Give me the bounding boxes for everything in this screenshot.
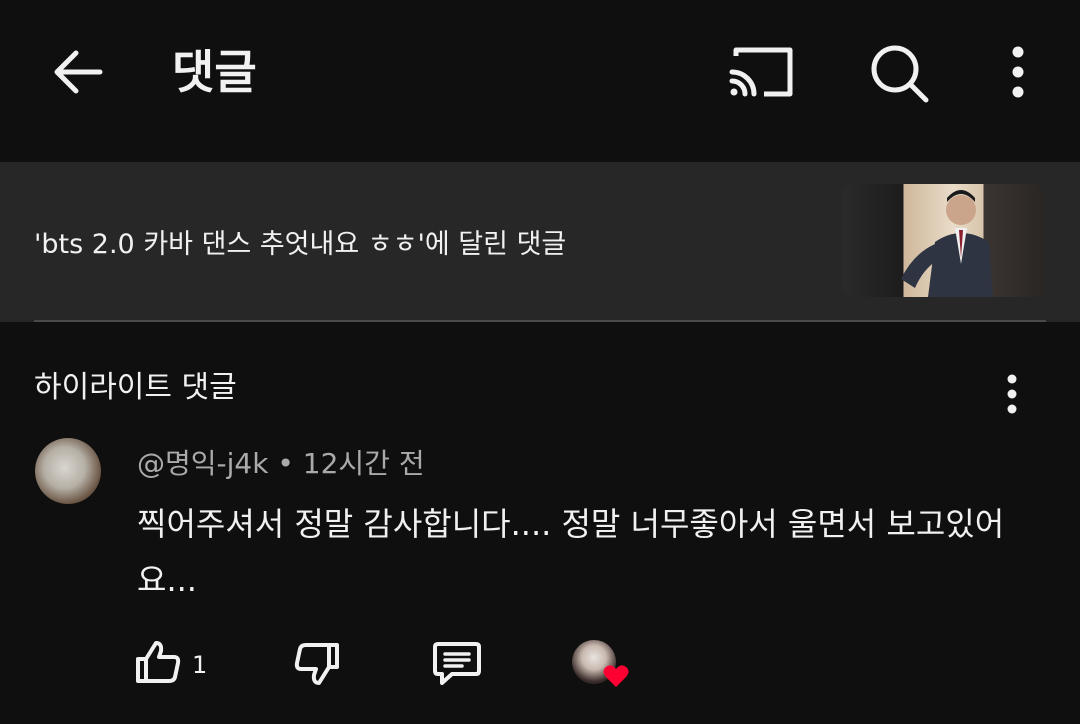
page-title: 댓글 bbox=[172, 45, 257, 99]
comment-meta: @명익-j4k • 12시간 전 bbox=[137, 446, 425, 482]
thumbnail-image bbox=[901, 190, 993, 297]
comment-author[interactable]: @명익-j4k bbox=[137, 447, 268, 480]
commenter-avatar[interactable] bbox=[35, 438, 101, 504]
like-count: 1 bbox=[192, 651, 208, 679]
thumbs-down-icon[interactable] bbox=[293, 641, 341, 687]
thumbs-up-icon[interactable] bbox=[134, 639, 182, 685]
video-thumbnail[interactable] bbox=[843, 184, 1044, 297]
search-icon[interactable] bbox=[868, 42, 930, 104]
arrow-left-icon[interactable] bbox=[50, 44, 106, 100]
more-vertical-icon[interactable] bbox=[1002, 374, 1022, 414]
comment-text: 찍어주셔서 정말 감사합니다.... 정말 너무좋아서 울면서 보고있어요... bbox=[137, 505, 1005, 599]
highlight-section-title: 하이라이트 댓글 bbox=[34, 370, 237, 405]
reply-icon[interactable] bbox=[432, 640, 482, 686]
comment-time: 12시간 전 bbox=[302, 447, 425, 480]
more-vertical-icon[interactable] bbox=[1006, 44, 1030, 100]
top-app-bar: 댓글 bbox=[0, 0, 1080, 160]
cast-icon[interactable] bbox=[728, 44, 796, 100]
meta-separator: • bbox=[277, 447, 294, 480]
divider bbox=[34, 320, 1046, 322]
video-caption: 'bts 2.0 카바 댄스 추엇내요 ㅎㅎ'에 달린 댓글 bbox=[34, 229, 567, 260]
heart-icon bbox=[603, 665, 629, 687]
